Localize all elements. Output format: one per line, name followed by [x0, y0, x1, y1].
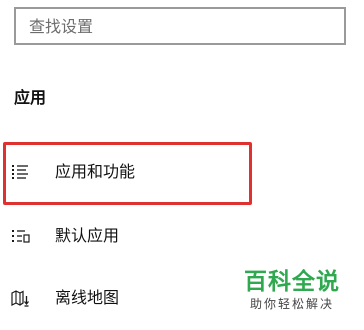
nav-item-offline-maps[interactable]: 离线地图: [0, 273, 270, 323]
nav-item-label: 离线地图: [55, 288, 120, 307]
section-heading: 应用: [14, 88, 47, 107]
watermark-title: 百科全说: [244, 269, 340, 295]
default-apps-icon: [10, 226, 30, 246]
nav-item-label: 默认应用: [55, 226, 120, 245]
watermark-subtitle: 助你轻松解决: [249, 297, 334, 311]
watermark: 百科全说 助你轻松解决: [236, 268, 348, 312]
nav-item-label: 应用和功能: [55, 162, 136, 181]
offline-map-icon: [10, 288, 30, 308]
nav-item-default-apps[interactable]: 默认应用: [0, 211, 270, 261]
nav-item-apps-features[interactable]: 应用和功能: [0, 147, 270, 197]
list-icon: [10, 162, 30, 182]
search-box[interactable]: [14, 7, 346, 45]
search-input[interactable]: [16, 9, 344, 43]
